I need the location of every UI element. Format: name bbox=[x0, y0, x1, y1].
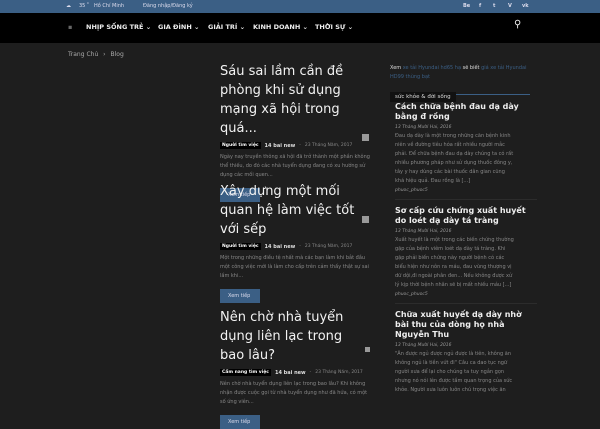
nav-item-kinh-doanh[interactable]: KINH DOANH ⌄ bbox=[253, 23, 308, 31]
top-bar: ☁ 35 C Hồ Chí Minh Đăng nhập/Đăng ký Be … bbox=[0, 0, 600, 13]
sidebar-post-date: 13 Tháng Mười Hai, 2016 bbox=[395, 229, 452, 234]
sidebar-post: Cách chữa bệnh đau dạ dày bằng đ rồng 13… bbox=[395, 102, 537, 193]
facebook-icon[interactable]: f bbox=[479, 3, 481, 9]
nav-label: KINH DOANH bbox=[253, 23, 301, 31]
post-card: Xây dựng một mối quan hệ làm việc tốt vớ… bbox=[220, 182, 370, 303]
promo-text: sẽ biết bbox=[462, 65, 480, 71]
vk-icon[interactable]: vk bbox=[522, 3, 529, 9]
main-nav: ▪ NHỊP SỐNG TRẺ ⌄ GIA ĐÌNH ⌄ GIẢI TRÍ ⌄ … bbox=[0, 13, 600, 43]
comment-icon[interactable] bbox=[362, 216, 369, 223]
post-card: Sáu sai lầm cần đề phòng khi sử dụng mạn… bbox=[220, 62, 370, 202]
login-link[interactable]: Đăng nhập/Đăng ký bbox=[143, 3, 193, 9]
search-icon[interactable]: ⚲ bbox=[514, 19, 521, 30]
section-title: sức khỏe & đời sống bbox=[390, 92, 456, 102]
divider bbox=[395, 199, 537, 200]
post-title[interactable]: Sáu sai lầm cần đề phòng khi sử dụng mạn… bbox=[220, 62, 370, 138]
sidebar-post-date: 13 Tháng Mười Hai, 2016 bbox=[395, 125, 452, 130]
sidebar-post-author[interactable]: phuoc_phuoc5 bbox=[395, 292, 537, 297]
post-author[interactable]: 14 bai new bbox=[265, 244, 296, 250]
post-excerpt: Nên chờ nhà tuyển dụng liên lạc trong ba… bbox=[220, 381, 368, 405]
sidebar-post-title[interactable]: Chữa xuất huyết dạ dày nhờ bài thu của d… bbox=[395, 310, 537, 340]
post-category[interactable]: Người tìm việc bbox=[220, 142, 261, 149]
post-date: 23 Tháng Năm, 2017 bbox=[304, 244, 353, 249]
cloud-icon: ☁ bbox=[66, 3, 71, 9]
sidebar-promo: Xem xe tải Hyundai hd65 hạ sẽ biết giá x… bbox=[390, 64, 535, 82]
sidebar-post-author[interactable]: phuoc_phuoc5 bbox=[395, 188, 537, 193]
nav-label: THỜI SỰ bbox=[315, 23, 346, 31]
post-title[interactable]: Nên chờ nhà tuyển dụng liên lạc trong ba… bbox=[220, 308, 370, 365]
sidebar-post-excerpt: "Ăn được ngủ được ngủ được là tiên, khôn… bbox=[395, 351, 513, 393]
nav-item-gia-dinh[interactable]: GIA ĐÌNH ⌄ bbox=[158, 23, 200, 31]
post-author[interactable]: 14 bai new bbox=[265, 143, 296, 149]
sidebar-post-excerpt: Đau dạ dày là một trong những căn bệnh k… bbox=[395, 133, 514, 184]
sidebar-post: Sơ cấp cứu chứng xuất huyết do loét dạ d… bbox=[395, 206, 537, 297]
vimeo-icon[interactable]: V bbox=[508, 3, 512, 9]
breadcrumb-current: Blog bbox=[110, 51, 124, 58]
sidebar-posts: Cách chữa bệnh đau dạ dày bằng đ rồng 13… bbox=[395, 102, 537, 395]
sidebar-post-date: 13 Tháng Mười Hai, 2016 bbox=[395, 343, 452, 348]
sidebar-post-excerpt: Xuất huyết là một trong các biến chứng t… bbox=[395, 237, 514, 288]
post-card: Nên chờ nhà tuyển dụng liên lạc trong ba… bbox=[220, 308, 370, 429]
comment-icon[interactable] bbox=[362, 134, 369, 141]
sidebar-post-title[interactable]: Sơ cấp cứu chứng xuất huyết do loét dạ d… bbox=[395, 206, 537, 226]
post-date: 23 Tháng Năm, 2017 bbox=[315, 370, 363, 375]
sidebar-post: Chữa xuất huyết dạ dày nhờ bài thu của d… bbox=[395, 310, 537, 395]
post-author[interactable]: 14 bai new bbox=[275, 370, 306, 376]
post-category[interactable]: Cẩm nang tìm việc bbox=[220, 369, 271, 376]
nav-label: GIA ĐÌNH bbox=[158, 23, 192, 31]
post-category[interactable]: Người tìm việc bbox=[220, 243, 261, 250]
breadcrumb-separator: › bbox=[103, 51, 106, 58]
comment-icon[interactable] bbox=[365, 347, 370, 352]
nav-label: GIẢI TRÍ bbox=[208, 23, 238, 31]
read-more-button[interactable]: Xem tiếp bbox=[220, 415, 260, 429]
home-icon[interactable]: ▪ bbox=[68, 23, 72, 31]
city: Hồ Chí Minh bbox=[94, 3, 125, 9]
post-excerpt: Một trong những điều tệ nhất mà các bạn … bbox=[220, 255, 369, 279]
nav-item-giai-tri[interactable]: GIẢI TRÍ ⌄ bbox=[208, 23, 245, 31]
temperature: 35 bbox=[79, 3, 86, 9]
sidebar-post-title[interactable]: Cách chữa bệnh đau dạ dày bằng đ rồng bbox=[395, 102, 537, 122]
nav-item-thoi-su[interactable]: THỜI SỰ ⌄ bbox=[315, 23, 353, 31]
post-date: 23 Tháng Năm, 2017 bbox=[304, 143, 353, 148]
post-excerpt: Ngày nay truyền thông xã hội đã trở thàn… bbox=[220, 154, 370, 178]
nav-item-nhip-song-tre[interactable]: NHỊP SỐNG TRẺ ⌄ bbox=[86, 23, 151, 31]
twitter-icon[interactable]: t bbox=[493, 3, 495, 9]
temperature-unit: C bbox=[87, 1, 90, 5]
breadcrumb: Trang Chủ › Blog bbox=[68, 51, 124, 58]
divider bbox=[395, 303, 537, 304]
nav-label: NHỊP SỐNG TRẺ bbox=[86, 23, 144, 31]
post-title[interactable]: Xây dựng một mối quan hệ làm việc tốt vớ… bbox=[220, 182, 370, 239]
sidebar-section-header: sức khỏe & đời sống bbox=[390, 83, 530, 102]
breadcrumb-home[interactable]: Trang Chủ bbox=[68, 51, 98, 58]
read-more-button[interactable]: Xem tiếp bbox=[220, 289, 260, 303]
behance-icon[interactable]: Be bbox=[463, 3, 470, 9]
promo-text: Xem bbox=[390, 65, 402, 71]
promo-link[interactable]: xe tải Hyundai hd65 hạ bbox=[403, 65, 461, 71]
